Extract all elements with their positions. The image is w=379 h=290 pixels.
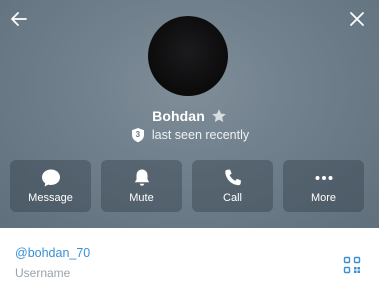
avatar[interactable]: [148, 16, 228, 96]
more-label: More: [310, 192, 337, 204]
star-icon[interactable]: [211, 108, 227, 124]
more-button[interactable]: More: [283, 160, 364, 212]
username-link[interactable]: @bohdan_70: [15, 246, 90, 260]
name-row: Bohdan: [0, 106, 379, 126]
message-button[interactable]: Message: [10, 160, 91, 212]
close-button[interactable]: [344, 6, 370, 32]
profile-header: Bohdan 3 last seen recently Message Mute…: [0, 0, 379, 228]
info-section: @bohdan_70 Username: [0, 228, 379, 290]
profile-panel: Bohdan 3 last seen recently Message Mute…: [0, 0, 379, 290]
status-row: 3 last seen recently: [0, 126, 379, 144]
call-label: Call: [223, 192, 242, 204]
shield-badge[interactable]: 3: [130, 127, 146, 143]
action-buttons: Message Mute Call More: [10, 160, 365, 212]
bell-icon: [134, 169, 149, 186]
more-icon: [315, 176, 332, 180]
username-caption: Username: [15, 266, 71, 280]
back-button[interactable]: [6, 6, 32, 32]
qr-code-icon[interactable]: [343, 256, 361, 274]
mute-label: Mute: [129, 192, 154, 204]
phone-icon: [224, 169, 241, 186]
arrow-left-icon: [11, 12, 27, 26]
message-label: Message: [28, 192, 73, 204]
profile-name: Bohdan: [152, 108, 205, 124]
close-icon: [350, 12, 364, 26]
call-button[interactable]: Call: [192, 160, 273, 212]
mute-button[interactable]: Mute: [101, 160, 182, 212]
shield-count: 3: [135, 130, 141, 139]
message-icon: [41, 169, 60, 187]
last-seen-status: last seen recently: [151, 128, 250, 142]
